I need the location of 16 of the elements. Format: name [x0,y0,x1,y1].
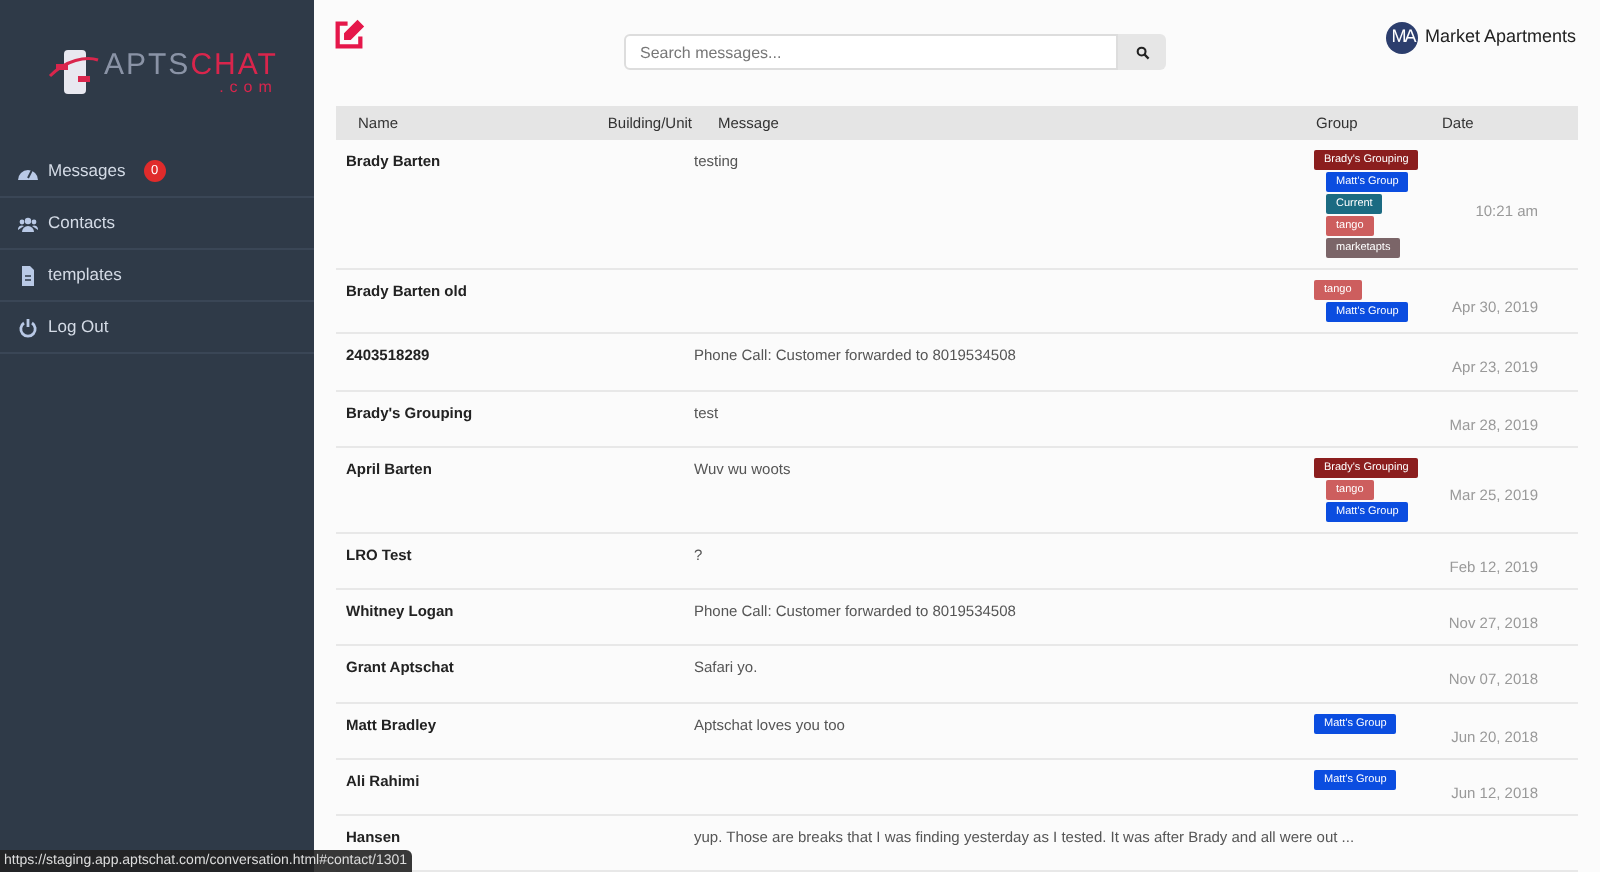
account-name[interactable]: Market Apartments [1424,24,1576,52]
compose-icon[interactable] [332,18,366,52]
nav-item[interactable]: Contacts [0,198,314,250]
nav-item[interactable]: Log Out [0,302,314,354]
logo-text: CHAT [190,49,278,79]
logo-domain: .com [219,79,278,95]
nav-item[interactable]: templates [0,250,314,302]
search-icon [1135,45,1149,59]
avatar[interactable]: MA [1386,22,1419,54]
users-icon [18,213,38,233]
logo-text: APTS [104,49,191,79]
phone-logo-icon [48,48,100,96]
power-icon [18,317,38,337]
search-field[interactable]: Search messages... [624,34,1118,70]
search-button[interactable] [1118,34,1166,70]
file-icon [18,265,38,285]
